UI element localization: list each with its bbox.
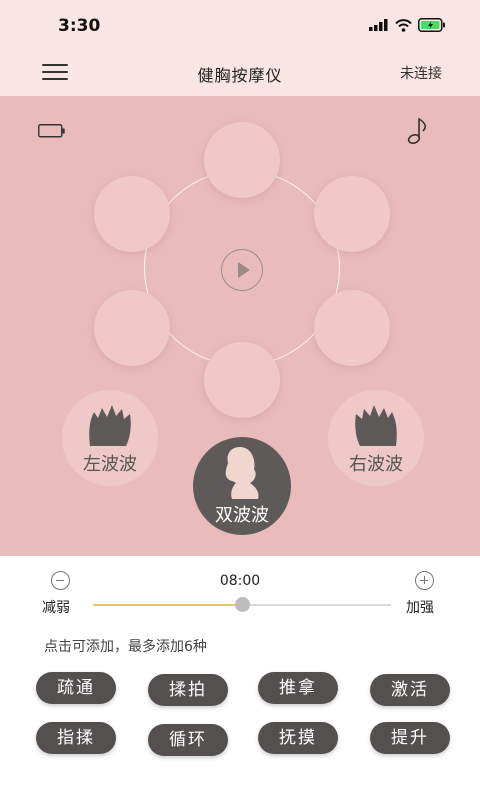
left-breast-icon (89, 405, 131, 446)
left-wave-button[interactable]: 左波波 (62, 390, 158, 486)
hint-text: 点击可添加，最多添加6种 (44, 639, 207, 655)
right-wave-label: 右波波 (349, 454, 403, 475)
connection-status[interactable]: 未连接 (400, 63, 442, 83)
slider-thumb[interactable] (235, 597, 250, 612)
mode-button[interactable]: 抚摸 (258, 722, 338, 754)
massage-node-lower-left[interactable] (94, 290, 170, 366)
music-note-icon[interactable] (406, 116, 432, 146)
dual-wave-label: 双波波 (215, 505, 269, 526)
timer-label: 08:00 (219, 573, 261, 589)
left-wave-label: 左波波 (83, 454, 137, 475)
mode-button[interactable]: 疏通 (36, 672, 116, 704)
mode-button[interactable]: 激活 (370, 674, 450, 706)
battery-charging-icon (418, 18, 445, 32)
mode-grid: 疏通 揉拍 推拿 激活 指揉 循环 抚摸 提升 (0, 670, 480, 770)
wifi-icon (395, 18, 412, 32)
play-button[interactable] (221, 249, 263, 291)
massage-node-top[interactable] (204, 122, 280, 198)
status-time: 3:30 (58, 16, 101, 36)
mode-button[interactable]: 指揉 (36, 722, 116, 754)
weaken-label: 减弱 (42, 600, 70, 616)
mode-button[interactable]: 揉拍 (148, 674, 228, 706)
mode-button[interactable]: 推拿 (258, 672, 338, 704)
intensity-slider[interactable] (93, 597, 391, 612)
right-breast-icon (355, 405, 397, 446)
right-wave-button[interactable]: 右波波 (328, 390, 424, 486)
massage-node-lower-right[interactable] (314, 290, 390, 366)
mode-button[interactable]: 循环 (148, 724, 228, 756)
nav-bar: 健胸按摩仪 未连接 (0, 52, 480, 96)
strengthen-label: 加强 (406, 600, 434, 616)
slider-fill (93, 604, 242, 606)
signal-icon (369, 19, 388, 31)
massage-node-bottom[interactable] (204, 342, 280, 418)
mode-button[interactable]: 提升 (370, 722, 450, 754)
woman-silhouette-icon (225, 447, 259, 499)
intensity-control: 08:00 减弱 加强 (0, 560, 480, 620)
increase-icon[interactable] (415, 571, 434, 590)
massage-node-upper-right[interactable] (314, 176, 390, 252)
dual-wave-button[interactable]: 双波波 (193, 437, 291, 535)
status-icons (369, 18, 446, 32)
device-battery-icon (38, 124, 65, 138)
status-bar: 3:30 (0, 0, 480, 52)
massage-node-upper-left[interactable] (94, 176, 170, 252)
